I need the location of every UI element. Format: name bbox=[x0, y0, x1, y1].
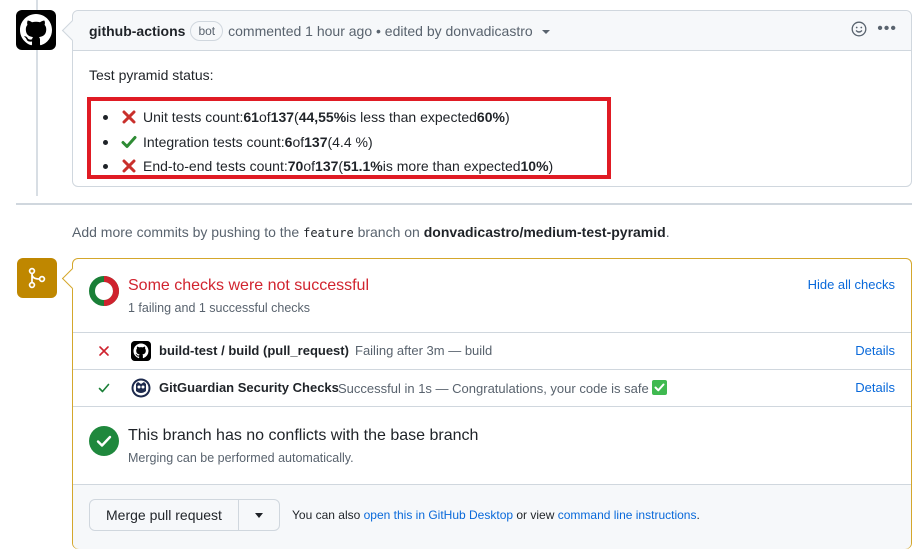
merge-pull-request-button[interactable]: Merge pull request bbox=[90, 500, 239, 530]
check-row-gitguardian: GitGuardian Security Checks Successful i… bbox=[73, 370, 911, 407]
merge-alternatives-hint: You can also open this in GitHub Desktop… bbox=[292, 508, 700, 522]
bot-badge: bot bbox=[190, 20, 224, 41]
merge-button-group: Merge pull request bbox=[89, 499, 280, 531]
unit-tests-expected: 60% bbox=[476, 109, 505, 125]
cross-mark-icon bbox=[122, 110, 136, 124]
timeline-divider bbox=[16, 203, 912, 205]
of-text: of bbox=[258, 109, 271, 125]
check-desc-gitguardian-text: Successful in 1s — Congratulations, your… bbox=[338, 381, 653, 396]
checks-subtitle: 1 failing and 1 successful checks bbox=[128, 301, 311, 315]
details-link-gitguardian[interactable]: Details bbox=[855, 380, 895, 395]
check-desc-gitguardian: Successful in 1s — Congratulations, your… bbox=[338, 380, 668, 396]
checks-status-donut-icon bbox=[89, 276, 119, 306]
merge-hint-mid: or view bbox=[513, 508, 558, 522]
open-github-desktop-link[interactable]: open this in GitHub Desktop bbox=[364, 508, 513, 522]
merge-actions: Merge pull request You can also open thi… bbox=[73, 485, 911, 549]
integration-tests-rest: (4.4 %) bbox=[327, 133, 373, 150]
edit-history-chevron-down-icon[interactable] bbox=[541, 30, 550, 34]
check-row-build-test: build-test / build (pull_request) Failin… bbox=[73, 333, 911, 370]
integration-tests-total: 137 bbox=[304, 133, 328, 150]
comment-header-actions: ••• bbox=[851, 21, 897, 37]
chevron-down-icon bbox=[254, 512, 263, 518]
comment-box: github-actions bot commented 1 hour ago … bbox=[72, 10, 912, 187]
hint-mid: branch on bbox=[353, 224, 424, 240]
comment-body: Test pyramid status: Unit tests count: 6… bbox=[87, 67, 895, 179]
list-item-integration-tests: Integration tests count: 6 of 137 (4.4 %… bbox=[99, 130, 607, 155]
conflicts-subtitle: Merging can be performed automatically. bbox=[128, 451, 354, 465]
merge-method-dropdown[interactable] bbox=[239, 500, 279, 530]
integration-tests-count: 6 bbox=[284, 133, 293, 150]
merge-hint-prefix: You can also bbox=[292, 508, 364, 522]
unit-tests-count: 61 bbox=[243, 109, 259, 125]
conflicts-title: This branch has no conflicts with the ba… bbox=[128, 427, 479, 444]
e2e-tests-percent: 51.1% bbox=[343, 158, 383, 174]
e2e-tests-total: 137 bbox=[315, 158, 339, 174]
comment-meta[interactable]: commented 1 hour ago • edited by donvadi… bbox=[228, 23, 533, 39]
pyramid-status-title: Test pyramid status: bbox=[89, 67, 214, 83]
github-logo-icon bbox=[20, 14, 52, 46]
check-circle-icon bbox=[89, 426, 119, 456]
push-commits-hint: Add more commits by pushing to the featu… bbox=[72, 224, 670, 240]
checks-title: Some checks were not successful bbox=[128, 277, 369, 294]
paren-close: ) bbox=[548, 158, 554, 174]
e2e-tests-count: 70 bbox=[287, 158, 304, 174]
hint-prefix: Add more commits by pushing to the bbox=[72, 224, 304, 240]
github-actions-avatar[interactable] bbox=[16, 10, 56, 50]
gitguardian-owl-icon bbox=[131, 378, 151, 398]
of-text: of bbox=[303, 158, 316, 174]
git-merge-badge bbox=[17, 258, 57, 298]
command-line-instructions-link[interactable]: command line instructions bbox=[558, 508, 697, 522]
comment-header: github-actions bot commented 1 hour ago … bbox=[73, 11, 911, 51]
check-desc-build-test: Failing after 3m — build bbox=[355, 343, 493, 358]
branch-name: feature bbox=[303, 226, 354, 240]
unit-tests-label: Unit tests count: bbox=[143, 109, 244, 125]
unit-tests-note: is less than expected bbox=[346, 109, 477, 125]
repo-name[interactable]: donvadicastro/medium-test-pyramid bbox=[424, 224, 666, 240]
e2e-tests-label: End-to-end tests count: bbox=[143, 158, 288, 174]
paren-close: ) bbox=[504, 109, 510, 125]
comment-author[interactable]: github-actions bbox=[89, 23, 185, 39]
unit-tests-percent: 44,55% bbox=[298, 109, 347, 125]
details-link-build-test[interactable]: Details bbox=[855, 343, 895, 358]
conflicts-status: This branch has no conflicts with the ba… bbox=[73, 407, 911, 485]
integration-tests-label: Integration tests count: bbox=[143, 133, 285, 150]
cross-mark-icon bbox=[122, 159, 136, 173]
git-merge-icon bbox=[28, 267, 46, 289]
add-reaction-smiley-icon[interactable] bbox=[851, 21, 867, 37]
merge-hint-suffix: . bbox=[696, 508, 700, 522]
comment-options-kebab-icon[interactable]: ••• bbox=[877, 21, 897, 37]
check-mark-icon bbox=[121, 135, 137, 148]
list-item-unit-tests: Unit tests count: 61 of 137 (44,55% is l… bbox=[99, 105, 607, 130]
check-pass-icon bbox=[98, 383, 110, 393]
list-item-e2e-tests: End-to-end tests count: 70 of 137 (51.1%… bbox=[99, 154, 607, 179]
x-fail-icon bbox=[99, 346, 109, 356]
unit-tests-total: 137 bbox=[270, 109, 295, 125]
github-app-icon bbox=[131, 341, 151, 361]
test-pyramid-list: Unit tests count: 61 of 137 (44,55% is l… bbox=[87, 97, 611, 179]
e2e-tests-expected: 10% bbox=[520, 158, 549, 174]
check-name-build-test: build-test / build (pull_request) bbox=[159, 343, 349, 358]
of-text: of bbox=[292, 133, 305, 150]
hint-suffix: . bbox=[665, 224, 670, 240]
merge-box: Some checks were not successful 1 failin… bbox=[72, 258, 912, 549]
checks-summary: Some checks were not successful 1 failin… bbox=[73, 259, 911, 333]
e2e-tests-note: is more than expected bbox=[382, 158, 521, 174]
check-name-gitguardian: GitGuardian Security Checks bbox=[159, 380, 339, 395]
white-check-mark-icon bbox=[652, 380, 668, 395]
hide-all-checks-link[interactable]: Hide all checks bbox=[808, 277, 895, 292]
